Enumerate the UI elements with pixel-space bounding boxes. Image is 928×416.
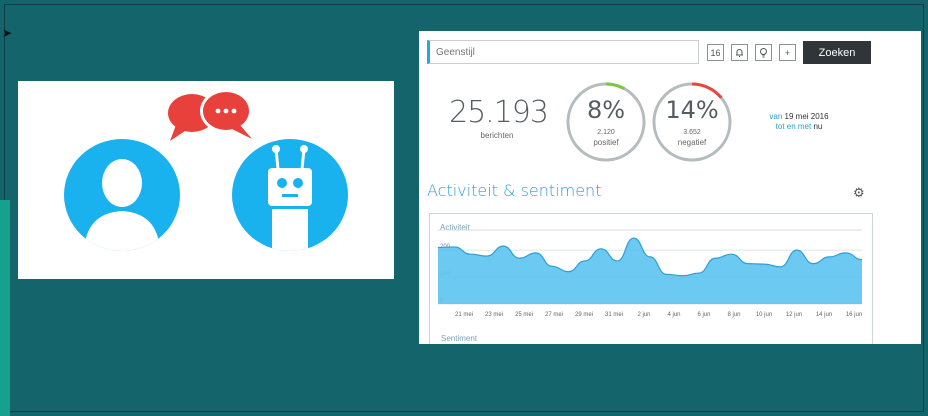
x-tick-label: 4 jun xyxy=(667,312,680,318)
calendar-day: 16 xyxy=(710,47,721,58)
search-field[interactable] xyxy=(427,40,710,64)
search-input[interactable] xyxy=(430,41,710,63)
x-tick-label: 31 mei xyxy=(605,312,623,318)
gear-icon[interactable]: ⚙ xyxy=(853,185,865,201)
x-tick-label: 27 mei xyxy=(545,312,563,318)
plus-symbol: + xyxy=(784,47,791,58)
x-tick-label: 10 jun xyxy=(756,312,772,318)
negative-percent: 14% xyxy=(665,96,719,124)
section-title: Activiteit & sentiment xyxy=(427,181,602,200)
negative-count: 3.652 xyxy=(683,129,701,136)
range-to-date: nu xyxy=(813,122,823,131)
x-tick-label: 23 mei xyxy=(485,312,503,318)
positive-label: positief xyxy=(593,138,619,147)
lightbulb-glyph xyxy=(760,48,767,58)
negative-gauge: 14% 3.652 negatief xyxy=(651,81,733,163)
search-button[interactable]: Zoeken xyxy=(803,41,871,64)
plus-icon[interactable]: + xyxy=(779,44,796,61)
chat-bubble-icon xyxy=(168,89,252,141)
left-accent-bar xyxy=(0,200,10,416)
x-tick-label: 14 jun xyxy=(816,312,832,318)
x-tick-label: 29 mei xyxy=(575,312,593,318)
x-tick-label: 12 jun xyxy=(786,312,802,318)
bell-icon[interactable] xyxy=(731,44,748,61)
x-tick-label: 25 mei xyxy=(515,312,533,318)
negative-label: negatief xyxy=(677,138,707,147)
search-button-label: Zoeken xyxy=(818,46,856,59)
chat-illustration xyxy=(18,81,394,279)
positive-gauge: 8% 2.120 positief xyxy=(565,81,647,163)
x-tick-label: 21 mei xyxy=(455,312,473,318)
activity-chart: Activiteit 200100021 mei23 mei25 mei27 m… xyxy=(429,213,873,344)
messages-label: berichten xyxy=(480,131,514,140)
dashboard-screenshot: 16 + Zoeken 25.193 berichten 8% 2.120 po… xyxy=(419,31,921,344)
robot-icon xyxy=(268,145,312,251)
x-tick-label: 6 jun xyxy=(697,312,710,318)
range-from-date: 19 mei 2016 xyxy=(784,112,829,121)
sentiment-label: Sentiment xyxy=(441,334,478,343)
calendar-icon[interactable]: 16 xyxy=(707,44,724,61)
range-van: van xyxy=(769,112,783,121)
user-icon xyxy=(84,159,160,251)
x-tick-label: 8 jun xyxy=(727,312,740,318)
x-tick-label: 2 jun xyxy=(637,312,650,318)
activity-area xyxy=(438,238,862,304)
lightbulb-icon[interactable] xyxy=(755,44,772,61)
positive-percent: 8% xyxy=(586,96,626,124)
user-avatar xyxy=(64,139,180,251)
cursor-icon: ➤ xyxy=(2,26,13,40)
date-range: van 19 mei 2016 tot en met nu xyxy=(749,112,849,132)
messages-count: 25.193 xyxy=(449,95,549,130)
activity-chart-svg: 200100021 mei23 mei25 mei27 mei29 mei31 … xyxy=(437,229,862,318)
bot-avatar xyxy=(232,139,348,251)
positive-count: 2.120 xyxy=(597,129,615,136)
bell-glyph xyxy=(736,49,743,57)
range-tot-en-met: tot en met xyxy=(775,122,812,131)
x-tick-label: 16 jun xyxy=(846,312,862,318)
